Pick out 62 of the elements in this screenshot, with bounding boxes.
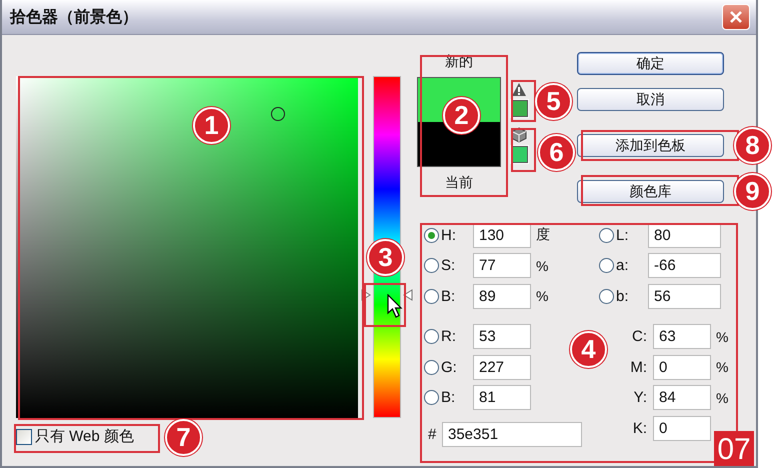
current-label: 当前: [445, 173, 473, 191]
value-field[interactable]: 0: [653, 416, 711, 441]
field-label: R:: [440, 328, 457, 346]
value-field[interactable]: 80: [648, 222, 721, 248]
cursor-icon: [387, 294, 403, 318]
value-field[interactable]: 84: [653, 385, 711, 410]
value-field[interactable]: 81: [473, 385, 531, 410]
radio-button[interactable]: [424, 228, 439, 243]
warning-icon[interactable]: [511, 82, 527, 97]
value-field[interactable]: 53: [473, 324, 531, 350]
hex-field[interactable]: 35e351: [442, 422, 582, 447]
value-field[interactable]: 0: [653, 354, 711, 380]
field-label: C:: [631, 328, 647, 346]
radio-button[interactable]: [599, 288, 614, 304]
slider-thumb[interactable]: [361, 288, 413, 301]
radio-button[interactable]: [599, 228, 614, 243]
dialog-button[interactable]: 颜色库: [577, 180, 724, 203]
step-badge: 07: [714, 431, 754, 466]
dialog-button[interactable]: 确定: [577, 52, 724, 75]
field-label: G:: [440, 358, 458, 376]
color-marker[interactable]: [271, 107, 285, 121]
radio-button[interactable]: [424, 288, 439, 304]
radio-button[interactable]: [599, 258, 614, 274]
window-title: 拾色器（前景色）: [10, 8, 138, 28]
field-label: B:: [440, 288, 456, 305]
radio-button[interactable]: [424, 329, 439, 344]
close-icon: [728, 9, 744, 25]
value-field[interactable]: -66: [648, 253, 721, 278]
field-label: K:: [632, 420, 647, 437]
field-label: b:: [615, 288, 630, 305]
dialog-button[interactable]: 取消: [577, 88, 724, 111]
radio-button[interactable]: [424, 360, 439, 375]
annotation-frame: [511, 128, 536, 172]
callout-number: 9: [734, 173, 771, 210]
callout-number: 8: [734, 127, 771, 164]
field-label: B:: [440, 389, 456, 406]
close-button[interactable]: [722, 4, 750, 30]
unit-label: 度: [536, 226, 550, 244]
unit-label: %: [716, 390, 728, 406]
field-label: Y:: [632, 389, 647, 406]
unit-label: %: [536, 288, 548, 304]
cube-icon[interactable]: [511, 127, 527, 143]
value-field[interactable]: 77: [473, 253, 531, 278]
field-label: H:: [440, 226, 457, 244]
hash-label: #: [427, 426, 438, 443]
checkbox[interactable]: [16, 429, 32, 445]
value-field[interactable]: 56: [648, 284, 721, 309]
unit-label: %: [716, 328, 728, 345]
unit-label: %: [716, 359, 728, 376]
dialog-button[interactable]: 添加到色板: [577, 134, 724, 157]
radio-button[interactable]: [424, 258, 439, 274]
radio-button[interactable]: [424, 390, 439, 406]
field-label: L:: [615, 226, 630, 244]
checkbox-label: 只有 Web 颜色: [35, 428, 134, 446]
field-label: S:: [440, 257, 456, 274]
value-field[interactable]: 63: [653, 324, 711, 350]
field-label: M:: [629, 358, 647, 376]
value-field[interactable]: 89: [473, 284, 531, 309]
field-label: a:: [615, 257, 630, 274]
value-field[interactable]: 227: [473, 354, 531, 380]
value-field[interactable]: 130: [473, 222, 531, 248]
unit-label: %: [536, 258, 548, 274]
